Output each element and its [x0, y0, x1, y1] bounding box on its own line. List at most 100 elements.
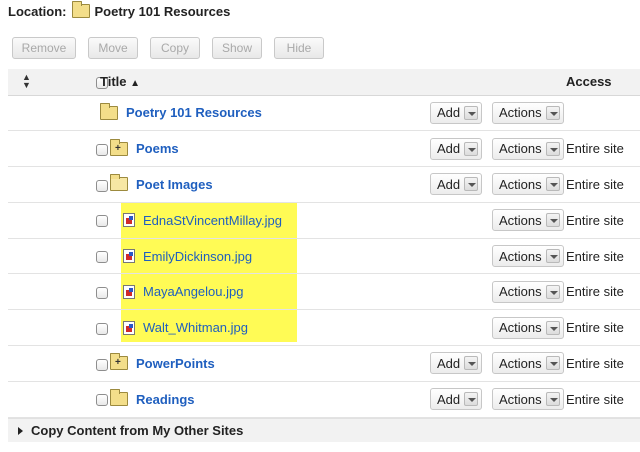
- actions-label: Actions: [499, 248, 542, 264]
- dropdown-arrow-icon[interactable]: [545, 284, 560, 299]
- open-folder-icon[interactable]: [110, 174, 128, 192]
- dropdown-arrow-icon[interactable]: [464, 141, 479, 156]
- actions-label: Actions: [499, 320, 542, 336]
- image-file-icon[interactable]: [123, 249, 135, 264]
- row-checkbox[interactable]: [96, 286, 108, 299]
- copy-content-expander[interactable]: Copy Content from My Other Sites: [8, 418, 640, 442]
- actions-dropdown[interactable]: Actions: [492, 280, 564, 303]
- actions-dropdown[interactable]: Actions: [492, 173, 564, 196]
- actions-label: Actions: [499, 141, 542, 157]
- copy-content-label: Copy Content from My Other Sites: [31, 423, 244, 438]
- location-bar: Location: Poetry 101 Resources: [8, 1, 231, 20]
- add-dropdown[interactable]: Add: [430, 137, 483, 160]
- add-label: Add: [437, 391, 461, 407]
- hide-button[interactable]: Hide: [274, 37, 324, 59]
- file-link[interactable]: MayaAngelou.jpg: [143, 284, 243, 299]
- expand-triangle-icon[interactable]: [18, 426, 23, 435]
- row-checkbox[interactable]: [96, 143, 108, 156]
- image-file-icon[interactable]: [123, 284, 135, 299]
- dropdown-arrow-icon[interactable]: [545, 356, 560, 371]
- plus-icon: +: [115, 142, 121, 154]
- folder-link[interactable]: Poems: [136, 141, 179, 156]
- dropdown-arrow-icon[interactable]: [545, 141, 560, 156]
- access-value: Entire site: [566, 176, 624, 192]
- dropdown-arrow-icon[interactable]: [545, 105, 560, 120]
- add-label: Add: [437, 105, 461, 121]
- sort-order-icon[interactable]: ▲ ▼: [22, 72, 31, 89]
- resources-table: ▲ ▼ Title ▲ Access Poetry 101 Resources Ad…: [8, 69, 640, 418]
- dropdown-arrow-icon[interactable]: [545, 249, 560, 264]
- file-link[interactable]: EdnaStVincentMillay.jpg: [143, 213, 282, 228]
- remove-button[interactable]: Remove: [12, 37, 76, 59]
- actions-dropdown[interactable]: Actions: [492, 352, 564, 375]
- actions-dropdown[interactable]: Actions: [492, 388, 564, 411]
- table-header: ▲ ▼ Title ▲ Access: [8, 69, 640, 96]
- access-value: Entire site: [566, 141, 624, 157]
- dropdown-arrow-icon[interactable]: [545, 177, 560, 192]
- dropdown-arrow-icon[interactable]: [545, 320, 560, 335]
- folder-link[interactable]: PowerPoints: [136, 356, 215, 371]
- table-row: Poet Images Add Actions Entire site: [8, 167, 640, 203]
- row-checkbox[interactable]: [96, 215, 108, 228]
- dropdown-arrow-icon[interactable]: [464, 356, 479, 371]
- table-row: + Poems Add Actions Entire site: [8, 131, 640, 167]
- folder-link[interactable]: Poet Images: [136, 177, 213, 192]
- move-button[interactable]: Move: [88, 37, 138, 59]
- add-label: Add: [437, 141, 461, 157]
- title-column-header[interactable]: Title: [100, 74, 127, 89]
- actions-label: Actions: [499, 284, 542, 300]
- row-checkbox[interactable]: [96, 358, 108, 371]
- image-file-icon[interactable]: [123, 320, 135, 335]
- actions-label: Actions: [499, 105, 542, 121]
- dropdown-arrow-icon[interactable]: [545, 213, 560, 228]
- add-dropdown[interactable]: Add: [430, 173, 483, 196]
- folder-icon: [71, 1, 90, 18]
- collapsed-folder-icon[interactable]: +: [110, 138, 128, 156]
- image-file-icon[interactable]: [123, 213, 135, 228]
- dropdown-arrow-icon[interactable]: [464, 177, 479, 192]
- table-row: + PowerPoints Add Actions Entire site: [8, 346, 640, 382]
- row-checkbox[interactable]: [96, 394, 108, 407]
- add-label: Add: [437, 355, 461, 371]
- folder-icon[interactable]: [100, 102, 118, 120]
- access-value: Entire site: [566, 284, 624, 300]
- actions-label: Actions: [499, 176, 542, 192]
- actions-label: Actions: [499, 212, 542, 228]
- folder-icon[interactable]: [110, 389, 128, 407]
- actions-dropdown[interactable]: Actions: [492, 316, 564, 339]
- actions-label: Actions: [499, 355, 542, 371]
- folder-link[interactable]: Readings: [136, 392, 195, 407]
- dropdown-arrow-icon[interactable]: [545, 392, 560, 407]
- add-dropdown[interactable]: Add: [430, 388, 483, 411]
- plus-icon: +: [115, 357, 121, 369]
- location-label: Location:: [8, 3, 67, 19]
- actions-dropdown[interactable]: Actions: [492, 245, 564, 268]
- sort-ascending-icon[interactable]: ▲: [130, 78, 140, 89]
- table-row: Walt_Whitman.jpg Actions Entire site: [8, 310, 640, 346]
- table-row: EdnaStVincentMillay.jpg Actions Entire sit…: [8, 202, 640, 239]
- add-dropdown[interactable]: Add: [430, 101, 483, 124]
- collapsed-folder-icon[interactable]: +: [110, 353, 128, 371]
- access-value: Entire site: [566, 212, 624, 228]
- folder-link[interactable]: Poetry 101 Resources: [126, 105, 262, 120]
- copy-button[interactable]: Copy: [150, 37, 200, 59]
- access-column-header: Access: [566, 74, 612, 90]
- row-checkbox[interactable]: [96, 322, 108, 335]
- dropdown-arrow-icon[interactable]: [464, 105, 479, 120]
- location-value: Poetry 101 Resources: [94, 3, 231, 19]
- actions-dropdown[interactable]: Actions: [492, 101, 564, 124]
- actions-label: Actions: [499, 391, 542, 407]
- actions-dropdown[interactable]: Actions: [492, 137, 564, 160]
- show-button[interactable]: Show: [212, 37, 262, 59]
- row-checkbox[interactable]: [96, 179, 108, 192]
- add-dropdown[interactable]: Add: [430, 352, 483, 375]
- access-value: Entire site: [566, 248, 624, 264]
- actions-dropdown[interactable]: Actions: [492, 209, 564, 232]
- table-row: MayaAngelou.jpg Actions Entire site: [8, 274, 640, 310]
- dropdown-arrow-icon[interactable]: [464, 392, 479, 407]
- table-row: Poetry 101 Resources Add Actions: [8, 95, 640, 131]
- table-row: Readings Add Actions Entire site: [8, 381, 640, 418]
- file-link[interactable]: EmilyDickinson.jpg: [143, 249, 252, 264]
- file-link[interactable]: Walt_Whitman.jpg: [143, 320, 248, 335]
- row-checkbox[interactable]: [96, 251, 108, 264]
